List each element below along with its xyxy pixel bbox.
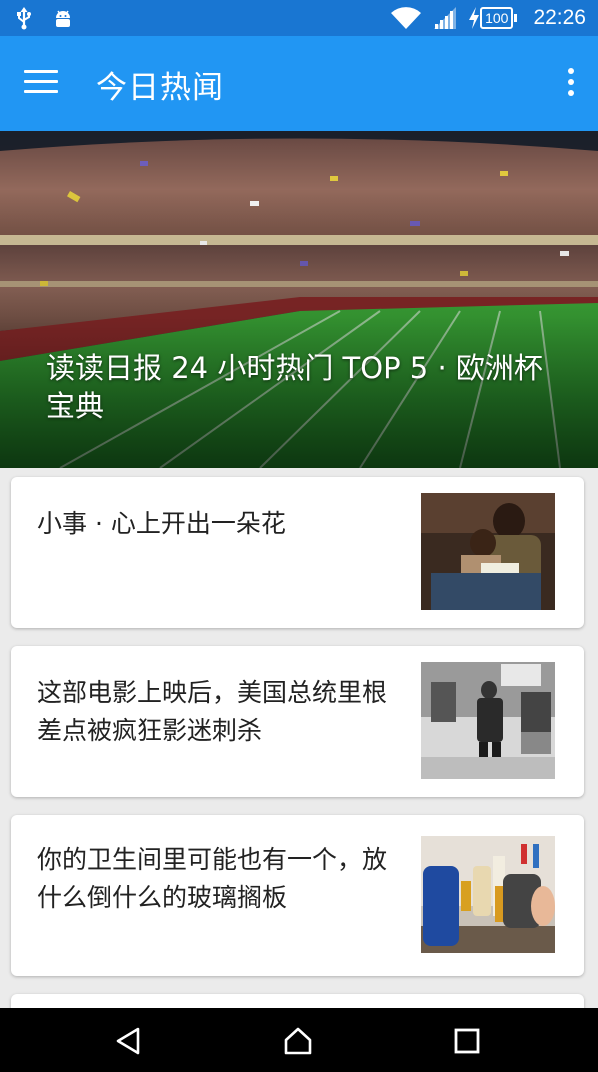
hamburger-menu-icon[interactable] <box>24 70 58 96</box>
story-title: 小事 · 心上开出一朵花 <box>37 509 286 538</box>
story-thumbnail <box>421 836 555 953</box>
overflow-menu-icon[interactable] <box>566 68 576 100</box>
story-title: 你的卫生间里可能也有一个，放什么倒什么的玻璃搁板 <box>37 845 388 912</box>
hero-banner[interactable]: 读读日报 24 小时热门 TOP 5 · 欧洲杯宝典 <box>0 131 598 468</box>
charging-icon <box>469 7 480 29</box>
story-card[interactable]: 你的卫生间里可能也有一个，放什么倒什么的玻璃搁板 <box>11 815 584 976</box>
story-card[interactable]: 这部电影上映后，美国总统里根差点被疯狂影迷刺杀 <box>11 646 584 797</box>
hero-title: 读读日报 24 小时热门 TOP 5 · 欧洲杯宝典 <box>46 351 543 423</box>
app-bar: 今日热闻 <box>0 36 598 131</box>
story-card[interactable]: 小事 · 心上开出一朵花 <box>11 477 584 628</box>
battery-level: 100 <box>480 7 514 29</box>
android-icon <box>56 10 70 27</box>
back-icon[interactable] <box>113 1026 143 1056</box>
story-thumbnail <box>421 493 555 610</box>
clock: 22:26 <box>533 6 586 29</box>
story-title: 这部电影上映后，美国总统里根差点被疯狂影迷刺杀 <box>37 678 388 745</box>
story-thumbnail <box>421 662 555 779</box>
navigation-bar <box>0 1008 598 1072</box>
status-bar: 100 22:26 <box>0 0 598 36</box>
signal-icon <box>434 7 457 29</box>
page-title: 今日热闻 <box>96 70 224 106</box>
battery-indicator: 100 <box>468 7 518 29</box>
usb-icon <box>17 7 31 30</box>
recents-icon[interactable] <box>452 1026 482 1056</box>
wifi-icon <box>391 7 422 30</box>
home-icon[interactable] <box>283 1026 313 1056</box>
